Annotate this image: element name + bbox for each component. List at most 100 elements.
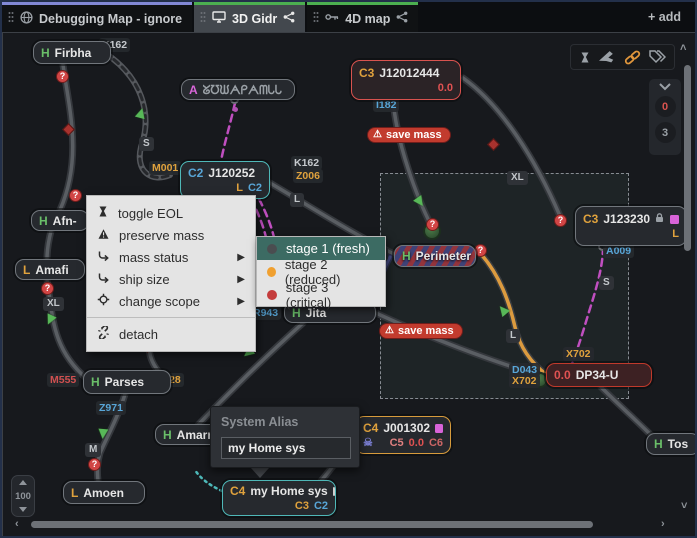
system-node-parses[interactable]: HParses: [83, 370, 171, 394]
add-map-button[interactable]: + add: [634, 10, 695, 24]
system-node-afn[interactable]: HAfn-: [31, 210, 89, 231]
connection-label-z971: Z971: [96, 401, 126, 415]
menu-item-mass-status[interactable]: mass status▶: [87, 246, 255, 268]
menu-item-ship-size[interactable]: ship size▶: [87, 268, 255, 290]
dialog-title: System Alias: [221, 415, 349, 429]
status-unknown-marker: ?: [426, 218, 439, 231]
scroll-down-icon[interactable]: ˅: [681, 501, 687, 511]
system-alias-input[interactable]: [221, 437, 351, 459]
size-badge-xl: XL: [507, 171, 528, 185]
system-node-j001302[interactable]: C4J001302☠C50.0C6: [355, 416, 451, 454]
status-unknown-marker: ?: [554, 214, 567, 227]
size-badge-xl: XL: [43, 297, 64, 311]
scope-icon: [97, 293, 110, 309]
connection-label-z006: Z006: [293, 169, 323, 183]
connection-edge[interactable]: [463, 78, 560, 216]
status-unknown-marker: ?: [69, 189, 82, 202]
share-icon[interactable]: [283, 11, 295, 26]
direction-arrow-icon: [98, 429, 109, 440]
submenu-arrow-icon: ▶: [237, 296, 245, 307]
key-icon: [325, 11, 339, 26]
ship-icon[interactable]: [599, 50, 616, 64]
vertical-scrollbar-thumb[interactable]: [684, 65, 691, 251]
grip-icon[interactable]: [8, 11, 14, 26]
connection-edge[interactable]: [195, 470, 222, 491]
menu-separator: [87, 317, 255, 318]
status-unknown-marker: ?: [88, 458, 101, 471]
black-square-marker: [333, 487, 335, 496]
globe-icon: [20, 11, 33, 27]
connection-edge[interactable]: [601, 387, 653, 437]
map-tab-debugging-map-ignore[interactable]: Debugging Map - ignore: [2, 2, 192, 32]
zoom-level: 100: [15, 491, 31, 502]
menu-item-change-scope[interactable]: change scope▶: [87, 290, 255, 312]
zoom-control: 100: [11, 475, 35, 517]
system-node-dp34u[interactable]: 0.0DP34-U: [546, 363, 652, 387]
grip-icon[interactable]: [313, 11, 319, 26]
save-mass-badge: ⚠ save mass: [380, 324, 462, 338]
eol-dot: [233, 107, 238, 112]
connection-edge[interactable]: [221, 103, 235, 161]
scroll-left-icon[interactable]: ‹: [15, 519, 19, 529]
connection-edge[interactable]: [463, 78, 560, 216]
system-node-amafi[interactable]: LAmafi: [15, 259, 85, 280]
map-canvas[interactable]: ??????????HFirbhaAᘜᘮᙎᗅᑭᗅᗰᘂᘂC2J120252LC2C…: [2, 32, 697, 538]
skull-icon: ☠: [363, 436, 373, 450]
system-node-j12012444[interactable]: C3J120124440.0: [351, 60, 461, 100]
mass-status-submenu: stage 1 (fresh)stage 2 (reduced)stage 3 …: [256, 236, 386, 307]
submenu-arrow-icon: ▶: [237, 252, 245, 263]
warning-icon: ⚠: [373, 129, 382, 141]
connection-label-a009: A009: [603, 244, 634, 258]
status-unknown-marker: ?: [41, 282, 54, 295]
submenu-arrow-icon: ▶: [237, 274, 245, 285]
system-node-unknown-trig[interactable]: Aᘜᘮᙎᗅᑭᗅᗰᘂᘂ: [181, 79, 295, 100]
pink-square-marker: [435, 424, 443, 433]
size-badge-l: L: [506, 329, 520, 343]
map-tab-bar: Debugging Map - ignore3D Gidr4D map + add: [2, 2, 695, 32]
system-node-j120252[interactable]: C2J120252LC2: [180, 161, 270, 199]
zoom-in-arrow-icon[interactable]: [19, 480, 27, 485]
connection-label-i182: I182: [373, 98, 399, 112]
connection-edge[interactable]: [47, 280, 87, 379]
connection-label-k162: K162: [291, 156, 322, 170]
warning-icon: ⚠: [385, 325, 394, 337]
connection-label-x702: X702: [563, 347, 594, 361]
zoom-out-arrow-icon[interactable]: [19, 507, 27, 512]
map-tab-4d-map[interactable]: 4D map: [307, 2, 418, 32]
branch-icon: [97, 272, 110, 287]
monitor-icon: [212, 11, 226, 26]
menu-item-preserve-mass[interactable]: preserve mass: [87, 224, 255, 246]
tags-icon[interactable]: [649, 50, 666, 64]
size-badge-s: S: [139, 137, 154, 151]
mass-stage-dot-icon: [267, 267, 276, 277]
link-icon[interactable]: [624, 50, 641, 65]
count-button-3[interactable]: 3: [655, 122, 676, 143]
unlink-icon: [97, 326, 110, 342]
system-node-j123230[interactable]: C3J123230L: [575, 206, 687, 246]
dialog-pointer: [251, 468, 269, 478]
wormhole-mapper-app: Debugging Map - ignore3D Gidr4D map + add…: [0, 0, 697, 538]
system-node-tos[interactable]: HTos: [646, 433, 697, 455]
count-button-0[interactable]: 0: [655, 96, 676, 117]
scroll-up-icon[interactable]: ˄: [680, 43, 686, 53]
signature-panel: 0 3: [649, 79, 681, 155]
branch-icon: [97, 250, 110, 265]
menu-item-detach[interactable]: detach: [87, 323, 255, 345]
lock-icon: [655, 211, 664, 227]
pink-square-marker: [670, 215, 679, 224]
system-node-firbha[interactable]: HFirbha: [33, 41, 111, 64]
share-icon[interactable]: [396, 11, 408, 26]
menu-item-toggle-EOL[interactable]: toggle EOL: [87, 202, 255, 224]
system-node-perimeter[interactable]: HPerimeter: [394, 245, 476, 267]
horizontal-scrollbar-thumb[interactable]: [31, 521, 593, 528]
hourglass-icon[interactable]: [579, 51, 591, 64]
chevron-down-icon[interactable]: [659, 83, 671, 91]
connection-edge[interactable]: [393, 100, 432, 227]
map-tab-3d-gidr[interactable]: 3D Gidr: [194, 2, 305, 32]
grip-icon[interactable]: [200, 11, 206, 26]
system-node-my-home-sys[interactable]: C4my Home sysC3C2: [222, 480, 336, 516]
submenu-item-stage-3-(critical)[interactable]: stage 3 (critical): [257, 283, 385, 306]
connection-label-m555: M555: [47, 373, 79, 387]
system-node-amoen[interactable]: LAmoen: [63, 481, 145, 504]
scroll-right-icon[interactable]: ›: [661, 519, 665, 529]
